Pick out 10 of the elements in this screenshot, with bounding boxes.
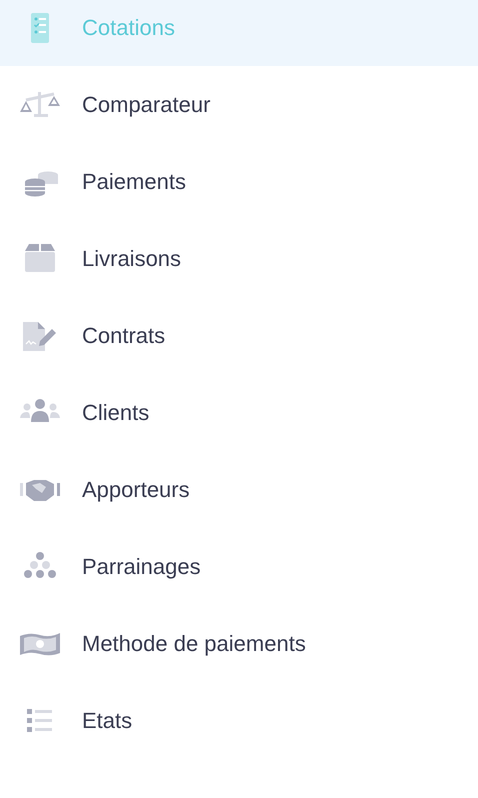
menu-label: Etats <box>82 707 132 735</box>
menu-label: Livraisons <box>82 245 182 273</box>
menu-label: Paiements <box>82 168 186 196</box>
menu-label: Contrats <box>82 322 166 350</box>
menu-label: Parrainages <box>82 553 201 581</box>
menu-label: Cotations <box>82 14 175 42</box>
menu-label: Apporteurs <box>82 476 190 504</box>
menu-label: Clients <box>82 399 150 427</box>
menu-label: Comparateur <box>82 91 210 119</box>
menu-label: Methode de paiements <box>82 630 306 658</box>
